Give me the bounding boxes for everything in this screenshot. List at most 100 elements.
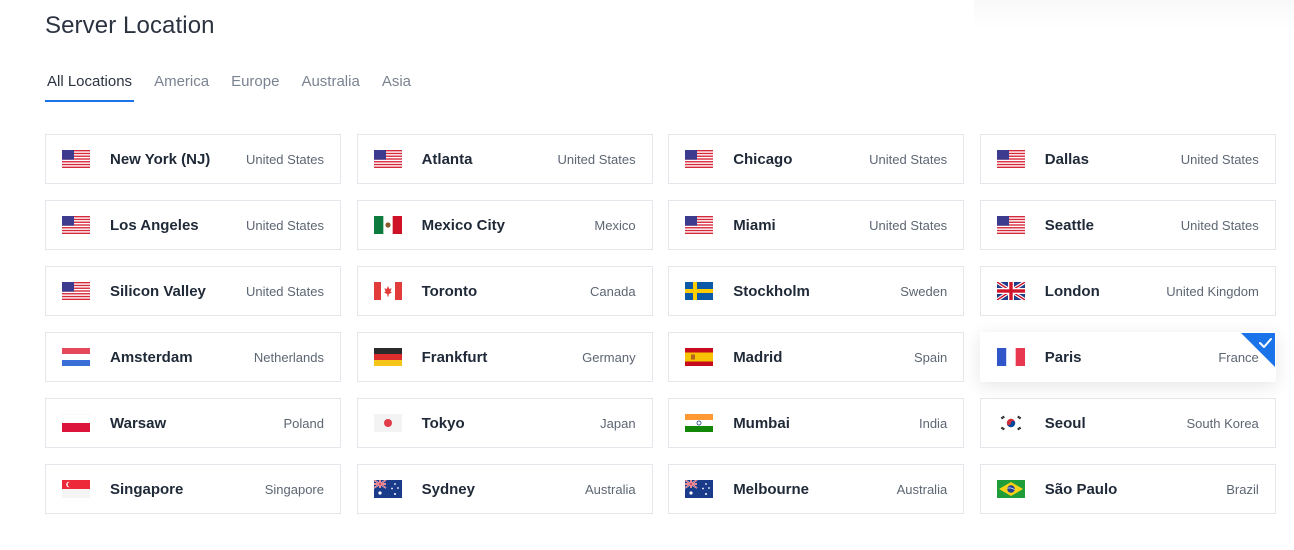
location-card[interactable]: Dallas United States bbox=[979, 134, 1276, 184]
us-flag-icon bbox=[996, 150, 1025, 168]
location-card[interactable]: Toronto Canada bbox=[356, 266, 653, 316]
location-country: Sweden bbox=[900, 283, 948, 299]
location-city: Chicago bbox=[733, 150, 793, 168]
brazil-flag-icon bbox=[996, 480, 1025, 498]
location-card[interactable]: Atlanta United States bbox=[356, 134, 653, 184]
tab-america[interactable]: America bbox=[152, 72, 211, 102]
location-city: Silicon Valley bbox=[110, 282, 206, 300]
location-city: São Paulo bbox=[1044, 480, 1118, 498]
location-city: Toronto bbox=[421, 282, 478, 300]
location-card[interactable]: Singapore Singapore bbox=[45, 464, 341, 514]
location-city: Amsterdam bbox=[110, 348, 193, 366]
tab-asia[interactable]: Asia bbox=[380, 72, 413, 102]
germany-flag-icon bbox=[373, 348, 402, 366]
location-card[interactable]: Chicago United States bbox=[668, 134, 965, 184]
tab-europe[interactable]: Europe bbox=[229, 72, 281, 102]
location-city: Miami bbox=[733, 216, 776, 234]
location-card[interactable]: Mumbai India bbox=[668, 398, 965, 448]
location-city: Tokyo bbox=[421, 414, 465, 432]
location-city: Singapore bbox=[110, 480, 184, 498]
location-country: Canada bbox=[590, 283, 636, 299]
location-card[interactable]: New York (NJ) United States bbox=[45, 134, 341, 184]
us-flag-icon bbox=[62, 216, 90, 234]
australia-flag-icon bbox=[373, 480, 402, 498]
location-country: Brazil bbox=[1226, 481, 1259, 497]
location-card[interactable]: Stockholm Sweden bbox=[668, 266, 965, 316]
location-card[interactable]: Paris France bbox=[979, 332, 1276, 382]
location-card[interactable]: Mexico City Mexico bbox=[356, 200, 653, 250]
location-country: Poland bbox=[283, 415, 324, 431]
location-city: Madrid bbox=[733, 348, 783, 366]
location-country: Mexico bbox=[594, 217, 636, 233]
location-city: Atlanta bbox=[421, 150, 473, 168]
south-korea-flag-icon bbox=[996, 414, 1025, 432]
location-card[interactable]: Frankfurt Germany bbox=[356, 332, 653, 382]
location-tabs: All Locations America Europe Australia A… bbox=[45, 72, 431, 102]
location-card[interactable]: Los Angeles United States bbox=[45, 200, 341, 250]
location-card[interactable]: London United Kingdom bbox=[979, 266, 1276, 316]
us-flag-icon bbox=[373, 150, 402, 168]
location-country: United States bbox=[869, 217, 948, 233]
us-flag-icon bbox=[685, 150, 714, 168]
location-country: United States bbox=[1180, 217, 1259, 233]
location-country: United States bbox=[869, 151, 948, 167]
location-card[interactable]: Sydney Australia bbox=[356, 464, 653, 514]
location-country: United States bbox=[245, 283, 324, 299]
location-grid: New York (NJ) United States Atlanta United … bbox=[45, 134, 1276, 514]
location-city: Seoul bbox=[1044, 414, 1086, 432]
location-country: United States bbox=[245, 151, 324, 167]
location-city: New York (NJ) bbox=[110, 150, 211, 168]
singapore-flag-icon bbox=[62, 480, 90, 498]
location-city: Warsaw bbox=[110, 414, 167, 432]
india-flag-icon bbox=[685, 414, 714, 432]
location-country: South Korea bbox=[1186, 415, 1259, 431]
location-card[interactable]: Warsaw Poland bbox=[45, 398, 341, 448]
location-card[interactable]: Miami United States bbox=[668, 200, 965, 250]
location-country: Australia bbox=[585, 481, 636, 497]
us-flag-icon bbox=[685, 216, 714, 234]
location-city: Seattle bbox=[1044, 216, 1094, 234]
location-country: Japan bbox=[600, 415, 636, 431]
location-country: Singapore bbox=[264, 481, 324, 497]
top-right-shadow bbox=[974, 0, 1294, 30]
france-flag-icon bbox=[996, 348, 1025, 366]
sweden-flag-icon bbox=[685, 282, 714, 300]
location-card[interactable]: Silicon Valley United States bbox=[45, 266, 341, 316]
location-country: United Kingdom bbox=[1166, 283, 1259, 299]
location-city: Mexico City bbox=[421, 216, 505, 234]
location-country: United States bbox=[1180, 151, 1259, 167]
location-card[interactable]: Madrid Spain bbox=[668, 332, 965, 382]
page-title: Server Location bbox=[45, 12, 215, 39]
location-city: London bbox=[1044, 282, 1100, 300]
location-city: Dallas bbox=[1044, 150, 1089, 168]
tab-australia[interactable]: Australia bbox=[299, 72, 361, 102]
tab-all-locations[interactable]: All Locations bbox=[45, 72, 135, 102]
location-country: United States bbox=[245, 217, 324, 233]
location-card[interactable]: São Paulo Brazil bbox=[979, 464, 1276, 514]
location-city: Frankfurt bbox=[421, 348, 488, 366]
us-flag-icon bbox=[62, 282, 90, 300]
location-city: Stockholm bbox=[733, 282, 810, 300]
location-city: Mumbai bbox=[733, 414, 790, 432]
server-location-page: Server Location All Locations America Eu… bbox=[0, 0, 1294, 550]
location-card[interactable]: Tokyo Japan bbox=[356, 398, 653, 448]
japan-flag-icon bbox=[373, 414, 402, 432]
us-flag-icon bbox=[996, 216, 1025, 234]
selected-check-icon bbox=[1240, 333, 1275, 367]
location-card[interactable]: Seattle United States bbox=[979, 200, 1276, 250]
location-country: India bbox=[918, 415, 948, 431]
location-country: Netherlands bbox=[253, 349, 324, 365]
location-card[interactable]: Seoul South Korea bbox=[979, 398, 1276, 448]
uk-flag-icon bbox=[996, 282, 1025, 300]
location-country: Australia bbox=[896, 481, 948, 497]
location-card[interactable]: Melbourne Australia bbox=[668, 464, 965, 514]
poland-flag-icon bbox=[62, 414, 90, 432]
location-city: Los Angeles bbox=[110, 216, 199, 234]
location-card[interactable]: Amsterdam Netherlands bbox=[45, 332, 341, 382]
location-country: United States bbox=[557, 151, 636, 167]
netherlands-flag-icon bbox=[62, 348, 90, 366]
location-city: Paris bbox=[1044, 348, 1082, 366]
location-country: Spain bbox=[913, 349, 948, 365]
mexico-flag-icon bbox=[373, 216, 402, 234]
us-flag-icon bbox=[62, 150, 90, 168]
